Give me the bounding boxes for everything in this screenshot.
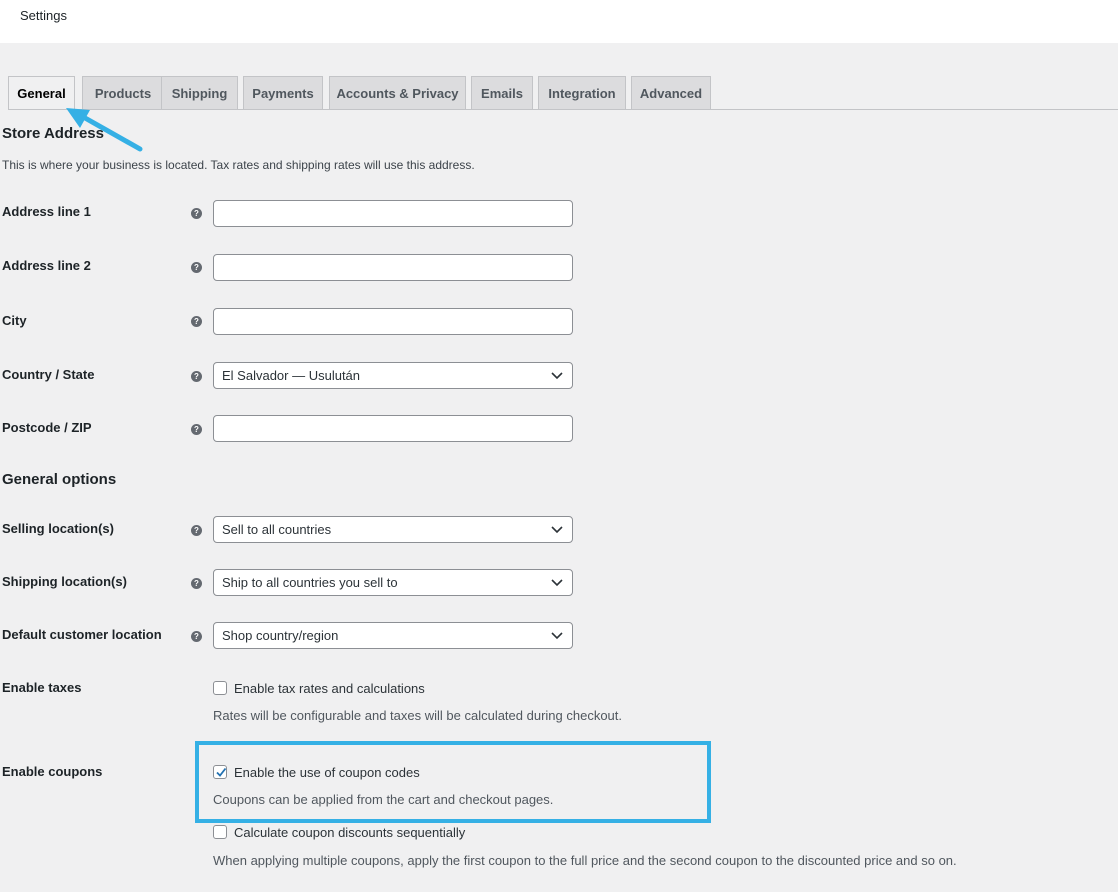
tab-advanced[interactable]: Advanced xyxy=(631,76,711,109)
help-icon[interactable]: ? xyxy=(191,208,202,219)
help-icon[interactable]: ? xyxy=(191,525,202,536)
tab-integration[interactable]: Integration xyxy=(538,76,626,109)
tabs-divider xyxy=(8,109,1118,110)
postcode-input[interactable] xyxy=(213,415,573,442)
sequential-coupons-help: When applying multiple coupons, apply th… xyxy=(213,853,957,868)
country-state-select[interactable]: El Salvador — Usulután xyxy=(213,362,573,389)
default-customer-location-select[interactable]: Shop country/region xyxy=(213,622,573,649)
coupons-highlight-box xyxy=(195,741,711,823)
chevron-down-icon xyxy=(551,632,563,640)
help-icon[interactable]: ? xyxy=(191,262,202,273)
shipping-locations-value: Ship to all countries you sell to xyxy=(222,575,398,590)
store-address-description: This is where your business is located. … xyxy=(2,158,475,172)
tab-payments[interactable]: Payments xyxy=(243,76,323,109)
page-title: Settings xyxy=(20,8,67,23)
help-icon[interactable]: ? xyxy=(191,371,202,382)
enable-taxes-checkbox-label[interactable]: Enable tax rates and calculations xyxy=(234,681,425,696)
shipping-locations-select[interactable]: Ship to all countries you sell to xyxy=(213,569,573,596)
country-state-value: El Salvador — Usulután xyxy=(222,368,361,383)
default-customer-location-value: Shop country/region xyxy=(222,628,339,643)
selling-locations-value: Sell to all countries xyxy=(222,522,332,537)
help-icon[interactable]: ? xyxy=(191,424,202,435)
enable-taxes-label: Enable taxes xyxy=(2,680,82,695)
help-icon[interactable]: ? xyxy=(191,631,202,642)
sequential-coupons-checkbox-label[interactable]: Calculate coupon discounts sequentially xyxy=(234,825,465,840)
chevron-down-icon xyxy=(551,372,563,380)
address-line-1-input[interactable] xyxy=(213,200,573,227)
top-bar: Settings xyxy=(0,0,1118,43)
enable-taxes-help: Rates will be configurable and taxes wil… xyxy=(213,708,623,723)
country-state-label: Country / State xyxy=(2,367,95,382)
postcode-label: Postcode / ZIP xyxy=(2,420,92,435)
address-line-2-label: Address line 2 xyxy=(2,258,91,273)
chevron-down-icon xyxy=(551,579,563,587)
enable-coupons-label: Enable coupons xyxy=(2,764,103,779)
sequential-coupons-checkbox[interactable] xyxy=(213,825,227,839)
city-label: City xyxy=(2,313,27,328)
default-customer-location-label: Default customer location xyxy=(2,627,162,642)
tab-emails[interactable]: Emails xyxy=(471,76,533,109)
general-options-heading: General options xyxy=(2,471,117,488)
address-line-2-input[interactable] xyxy=(213,254,573,281)
selling-locations-select[interactable]: Sell to all countries xyxy=(213,516,573,543)
tab-shipping[interactable]: Shipping xyxy=(161,76,238,109)
enable-taxes-checkbox[interactable] xyxy=(213,681,227,695)
help-icon[interactable]: ? xyxy=(191,578,202,589)
chevron-down-icon xyxy=(551,526,563,534)
annotation-arrow-icon xyxy=(66,108,143,152)
tab-accounts-privacy[interactable]: Accounts & Privacy xyxy=(329,76,466,109)
city-input[interactable] xyxy=(213,308,573,335)
help-icon[interactable]: ? xyxy=(191,316,202,327)
selling-locations-label: Selling location(s) xyxy=(2,521,114,536)
address-line-1-label: Address line 1 xyxy=(2,204,91,219)
shipping-locations-label: Shipping location(s) xyxy=(2,574,127,589)
